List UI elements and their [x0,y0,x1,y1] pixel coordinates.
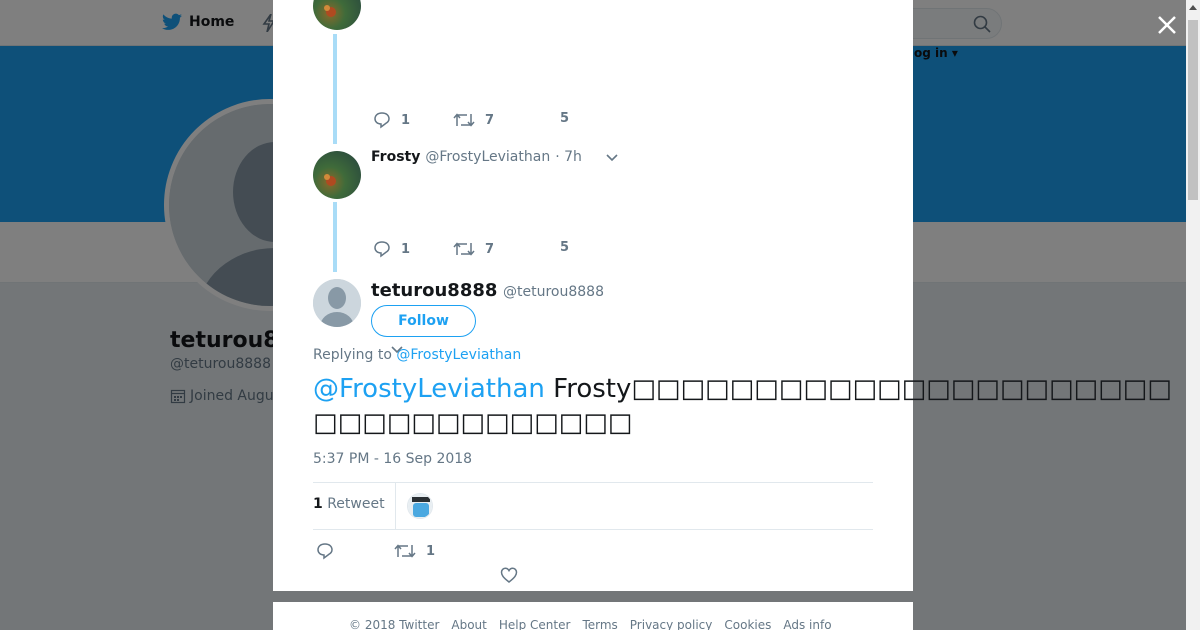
scrollbar-track[interactable] [1186,0,1200,630]
reply-count: 1 [401,112,411,128]
footer-link-cookies[interactable]: Cookies [724,618,771,630]
reply-icon [317,543,333,560]
footer-link-terms[interactable]: Terms [582,618,617,630]
retweet-count: 7 [485,241,495,257]
replying-to-link[interactable]: @FrostyLeviathan [396,347,521,363]
retweet-button[interactable]: 7 [453,240,494,258]
like-button[interactable] [500,566,518,584]
footer-links: © 2018 Twitter About Help Center Terms P… [349,618,844,630]
retweet-button[interactable]: 7 [453,111,494,129]
tweet-timestamp[interactable]: 5:37 PM - 16 Sep 2018 [313,451,472,467]
tweet-author-name[interactable]: Frosty [371,149,420,165]
follow-button[interactable]: Follow [371,305,476,337]
retweet-button[interactable]: 1 [394,542,435,560]
retweet-count: 1 [426,543,436,559]
like-button[interactable]: 5 [560,111,569,126]
replying-prefix: Replying to [313,347,392,363]
like-count: 5 [560,111,570,126]
tweet-header: Frosty @FrostyLeviathan · 7h [371,149,582,165]
retweet-count: 7 [485,112,495,128]
retweet-icon [453,242,475,256]
avatar[interactable] [313,151,361,199]
retweet-stat[interactable]: 1 Retweet [313,496,385,512]
tweet-author-handle[interactable]: @teturou8888 [503,284,604,300]
scrollbar-thumb[interactable] [1188,20,1198,200]
heart-icon [500,567,518,583]
tweet-text: @FrostyLeviathan Frosty□□□□□□□□□□□□□□□□□… [313,372,1193,440]
footer-link-ads-info[interactable]: Ads info [783,618,831,630]
tweet-time[interactable]: · 7h [555,149,582,165]
retweeter-avatar[interactable] [407,493,433,519]
default-avatar-icon [313,279,361,327]
tweet-mention-link[interactable]: @FrostyLeviathan [313,374,545,404]
reply-button[interactable]: 1 [373,240,410,258]
scroll-up-arrow-icon[interactable] [1186,1,1200,15]
footer-link-copyright[interactable]: © 2018 Twitter [349,618,439,630]
retweet-stat-label: Retweet [327,496,385,512]
reply-icon [374,241,390,258]
thread-connector [333,34,337,144]
tweet-author-handle[interactable]: @FrostyLeviathan [425,149,550,165]
chevron-down-icon[interactable] [391,345,403,355]
tweet-author-name[interactable]: teturou8888 [371,280,497,301]
footer-link-privacy[interactable]: Privacy policy [630,618,713,630]
chevron-down-icon[interactable] [606,153,618,163]
replying-to: Replying to @FrostyLeviathan [313,347,521,363]
reply-icon [374,112,390,129]
close-icon[interactable] [1154,12,1180,38]
retweet-icon [453,113,475,127]
footer-link-help-center[interactable]: Help Center [499,618,571,630]
footer: © 2018 Twitter About Help Center Terms P… [273,602,913,630]
retweet-icon [394,544,416,558]
reply-button[interactable] [316,542,334,560]
like-button[interactable]: 5 [560,240,569,255]
footer-link-about[interactable]: About [451,618,486,630]
avatar[interactable] [313,279,361,327]
stats-divider [395,483,396,529]
like-count: 5 [560,240,570,255]
reply-count: 1 [401,241,411,257]
retweet-stat-count: 1 [313,496,323,512]
reply-button[interactable]: 1 [373,111,410,129]
thread-connector [333,202,337,272]
tweet-stats: 1 Retweet [313,482,873,530]
